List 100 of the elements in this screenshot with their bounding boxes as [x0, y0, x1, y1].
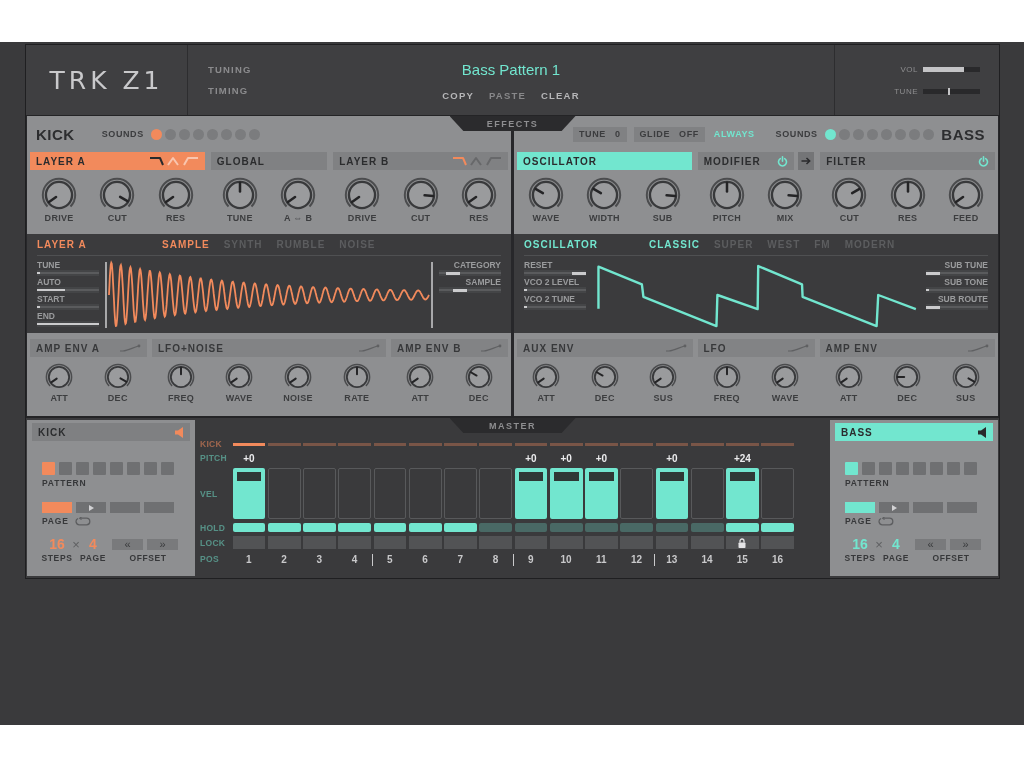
slider-track[interactable] — [923, 66, 980, 72]
pattern-slot-button[interactable] — [947, 462, 960, 475]
knob[interactable] — [712, 363, 741, 389]
knob[interactable] — [947, 177, 984, 211]
offset-button[interactable]: « — [112, 538, 143, 550]
loop-icon[interactable] — [877, 516, 894, 526]
offset-button[interactable]: » — [147, 538, 178, 550]
power-icon[interactable] — [978, 155, 989, 167]
pattern-slot-button[interactable] — [144, 462, 157, 475]
knob[interactable] — [834, 363, 863, 389]
pattern-slot-button[interactable] — [964, 462, 977, 475]
menu-button[interactable]: TUNING — [208, 64, 252, 75]
param-slider-track[interactable] — [926, 304, 988, 310]
pattern-slot-button[interactable] — [110, 462, 123, 475]
pattern-slot-button[interactable] — [161, 462, 174, 475]
pattern-slot-button[interactable] — [879, 462, 892, 475]
knob[interactable] — [464, 363, 493, 389]
knob[interactable] — [893, 363, 922, 389]
param-slider-thumb[interactable] — [926, 271, 940, 275]
knob[interactable] — [344, 177, 381, 211]
param-slider-thumb[interactable] — [446, 271, 461, 275]
pattern-slot-button[interactable] — [930, 462, 943, 475]
offset-button[interactable]: » — [950, 538, 981, 550]
value-field[interactable]: TUNE 0 — [573, 126, 627, 142]
pattern-slot-button[interactable] — [59, 462, 72, 475]
knob[interactable] — [649, 363, 678, 389]
knob[interactable] — [280, 177, 317, 211]
knob[interactable] — [644, 177, 681, 211]
loop-icon[interactable] — [74, 516, 91, 526]
knob[interactable] — [532, 363, 561, 389]
knob[interactable] — [406, 363, 435, 389]
envelope-icon[interactable] — [358, 344, 380, 352]
sound-slot-button[interactable] — [824, 128, 836, 140]
knob[interactable] — [831, 177, 868, 211]
param-slider-track[interactable] — [926, 287, 988, 293]
lowpass-shape-icon[interactable] — [148, 155, 165, 167]
param-slider-track[interactable] — [37, 270, 99, 276]
section-tab[interactable]: LAYER A — [30, 152, 205, 170]
hold-step[interactable] — [267, 523, 301, 532]
power-icon[interactable] — [777, 155, 789, 167]
slider-thumb[interactable] — [948, 87, 951, 95]
knob[interactable] — [402, 177, 439, 211]
knob[interactable] — [586, 177, 623, 211]
pattern-slot-button[interactable] — [76, 462, 89, 475]
envelope-icon[interactable] — [664, 344, 687, 352]
knob[interactable] — [225, 363, 254, 389]
sound-slot-button[interactable] — [150, 128, 162, 140]
knob[interactable] — [103, 363, 132, 389]
section-tab[interactable]: OSCILLATOR — [517, 152, 692, 170]
hold-step[interactable] — [232, 523, 266, 532]
pattern-slot-button[interactable] — [127, 462, 140, 475]
hold-step[interactable] — [408, 523, 442, 532]
param-slider-track[interactable] — [37, 304, 99, 310]
param-slider-track[interactable] — [926, 270, 988, 276]
param-slider-thumb[interactable] — [453, 288, 468, 292]
pattern-slot-button[interactable] — [845, 462, 858, 475]
pattern-slot-button[interactable] — [913, 462, 926, 475]
section-tab[interactable]: GLOBAL — [210, 152, 328, 170]
section-tab[interactable]: FILTER — [820, 152, 995, 170]
param-slider-track[interactable] — [524, 287, 586, 293]
action-button[interactable]: CLEAR — [541, 90, 580, 101]
knob[interactable] — [889, 177, 926, 211]
page-button[interactable] — [879, 502, 909, 513]
param-slider-track[interactable] — [439, 287, 501, 293]
menu-button[interactable]: TIMING — [208, 85, 249, 96]
track-tab[interactable]: KICK — [32, 423, 190, 441]
highpass-shape-icon[interactable] — [486, 155, 502, 167]
end-marker[interactable] — [431, 261, 433, 329]
knob[interactable] — [41, 177, 78, 211]
hold-step[interactable] — [373, 523, 407, 532]
value-field[interactable]: GLIDE OFF — [633, 126, 705, 142]
knob[interactable] — [157, 177, 194, 211]
bandpass-shape-icon[interactable] — [469, 155, 485, 167]
param-slider-track[interactable] — [524, 270, 586, 276]
param-slider-track[interactable] — [524, 304, 586, 310]
knob[interactable] — [284, 363, 312, 389]
action-button[interactable]: COPY — [442, 90, 474, 101]
knob[interactable] — [167, 363, 196, 389]
route-button[interactable] — [798, 152, 815, 170]
mode-tab[interactable]: CLASSIC — [649, 239, 700, 250]
speaker-icon[interactable] — [978, 426, 987, 438]
knob[interactable] — [708, 177, 745, 211]
offset-button[interactable]: « — [915, 538, 946, 550]
param-slider-thumb[interactable] — [926, 305, 940, 309]
knob[interactable] — [221, 177, 258, 211]
envelope-icon[interactable] — [119, 344, 141, 352]
envelope-icon[interactable] — [786, 344, 809, 352]
slider-track[interactable] — [923, 88, 980, 94]
pattern-slot-button[interactable] — [862, 462, 875, 475]
lock-step[interactable] — [726, 536, 759, 549]
knob[interactable] — [767, 177, 804, 211]
param-slider-track[interactable] — [439, 270, 501, 276]
toggle-button[interactable]: ALWAYS — [713, 129, 755, 139]
knob[interactable] — [460, 177, 497, 211]
pattern-slot-button[interactable] — [93, 462, 106, 475]
param-slider-thumb[interactable] — [572, 271, 586, 275]
knob[interactable] — [99, 177, 136, 211]
mode-tab[interactable]: SAMPLE — [162, 239, 210, 250]
section-tab[interactable]: MODIFIER — [697, 152, 795, 170]
master-tab[interactable]: MASTER — [449, 418, 576, 433]
